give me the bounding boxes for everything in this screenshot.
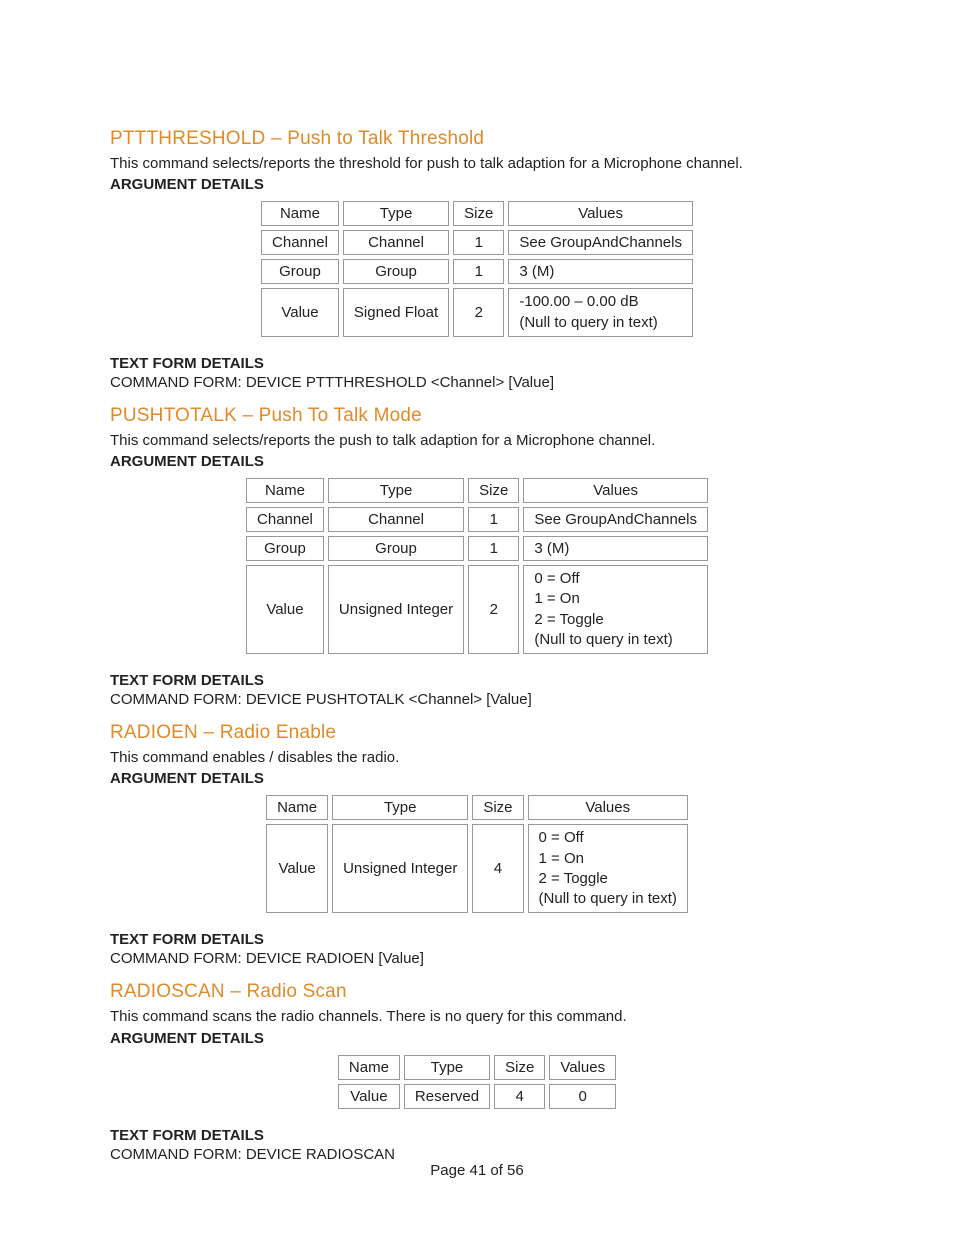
cell-values: See GroupAndChannels bbox=[523, 507, 708, 532]
command-form: COMMAND FORM: DEVICE PUSHTOTALK <Channel… bbox=[110, 691, 844, 708]
argument-details-label: ARGUMENT DETAILS bbox=[110, 176, 844, 193]
cell-type: Signed Float bbox=[343, 288, 449, 337]
text-form-details-label: TEXT FORM DETAILS bbox=[110, 1127, 844, 1144]
col-size: Size bbox=[472, 795, 523, 820]
col-values: Values bbox=[528, 795, 688, 820]
cell-size: 1 bbox=[453, 230, 504, 255]
argument-details-label: ARGUMENT DETAILS bbox=[110, 453, 844, 470]
argument-table: Name Type Size Values Value Unsigned Int… bbox=[262, 791, 692, 917]
text-form-details-label: TEXT FORM DETAILS bbox=[110, 355, 844, 372]
cell-values: 3 (M) bbox=[508, 259, 693, 284]
cell-size: 1 bbox=[453, 259, 504, 284]
table-header-row: Name Type Size Values bbox=[246, 478, 708, 503]
col-size: Size bbox=[468, 478, 519, 503]
cell-type: Channel bbox=[343, 230, 449, 255]
cell-size: 4 bbox=[472, 824, 523, 913]
table-header-row: Name Type Size Values bbox=[338, 1055, 616, 1080]
argument-table: Name Type Size Values Channel Channel 1 … bbox=[242, 474, 712, 658]
table-row: Group Group 1 3 (M) bbox=[246, 536, 708, 561]
section-description: This command selects/reports the thresho… bbox=[110, 154, 844, 174]
table-row: Channel Channel 1 See GroupAndChannels bbox=[246, 507, 708, 532]
table-row: Value Reserved 4 0 bbox=[338, 1084, 616, 1109]
col-name: Name bbox=[338, 1055, 400, 1080]
cell-type: Channel bbox=[328, 507, 464, 532]
table-header-row: Name Type Size Values bbox=[266, 795, 688, 820]
cell-values: 0 bbox=[549, 1084, 616, 1109]
argument-table: Name Type Size Values Value Reserved 4 0 bbox=[334, 1051, 620, 1113]
argument-table: Name Type Size Values Channel Channel 1 … bbox=[257, 197, 697, 341]
cell-size: 1 bbox=[468, 507, 519, 532]
cell-values: See GroupAndChannels bbox=[508, 230, 693, 255]
cell-name: Value bbox=[338, 1084, 400, 1109]
text-form-details-label: TEXT FORM DETAILS bbox=[110, 931, 844, 948]
section-title: RADIOSCAN – Radio Scan bbox=[110, 981, 844, 1003]
cell-values: 3 (M) bbox=[523, 536, 708, 561]
cell-values: 0 = Off 1 = On 2 = Toggle (Null to query… bbox=[523, 565, 708, 654]
cell-name: Value bbox=[261, 288, 339, 337]
section-title: RADIOEN – Radio Enable bbox=[110, 722, 844, 744]
cell-name: Group bbox=[261, 259, 339, 284]
cell-type: Unsigned Integer bbox=[332, 824, 468, 913]
table-row: Value Unsigned Integer 2 0 = Off 1 = On … bbox=[246, 565, 708, 654]
cell-type: Group bbox=[328, 536, 464, 561]
argument-details-label: ARGUMENT DETAILS bbox=[110, 1030, 844, 1047]
command-form: COMMAND FORM: DEVICE RADIOSCAN bbox=[110, 1146, 844, 1163]
table-row: Group Group 1 3 (M) bbox=[261, 259, 693, 284]
cell-name: Channel bbox=[246, 507, 324, 532]
cell-name: Channel bbox=[261, 230, 339, 255]
cell-name: Group bbox=[246, 536, 324, 561]
col-name: Name bbox=[261, 201, 339, 226]
cell-type: Reserved bbox=[404, 1084, 490, 1109]
section-title: PTTTHRESHOLD – Push to Talk Threshold bbox=[110, 128, 844, 150]
col-values: Values bbox=[523, 478, 708, 503]
cell-size: 2 bbox=[453, 288, 504, 337]
col-type: Type bbox=[328, 478, 464, 503]
cell-type: Group bbox=[343, 259, 449, 284]
section-description: This command scans the radio channels. T… bbox=[110, 1007, 844, 1027]
table-row: Channel Channel 1 See GroupAndChannels bbox=[261, 230, 693, 255]
table-header-row: Name Type Size Values bbox=[261, 201, 693, 226]
cell-size: 2 bbox=[468, 565, 519, 654]
table-row: Value Signed Float 2 -100.00 – 0.00 dB (… bbox=[261, 288, 693, 337]
cell-name: Value bbox=[266, 824, 328, 913]
section-description: This command selects/reports the push to… bbox=[110, 431, 844, 451]
cell-type: Unsigned Integer bbox=[328, 565, 464, 654]
col-name: Name bbox=[246, 478, 324, 503]
command-form: COMMAND FORM: DEVICE RADIOEN [Value] bbox=[110, 950, 844, 967]
section-title: PUSHTOTALK – Push To Talk Mode bbox=[110, 405, 844, 427]
table-row: Value Unsigned Integer 4 0 = Off 1 = On … bbox=[266, 824, 688, 913]
command-form: COMMAND FORM: DEVICE PTTTHRESHOLD <Chann… bbox=[110, 374, 844, 391]
col-type: Type bbox=[343, 201, 449, 226]
text-form-details-label: TEXT FORM DETAILS bbox=[110, 672, 844, 689]
col-values: Values bbox=[549, 1055, 616, 1080]
document-page: PTTTHRESHOLD – Push to Talk Threshold Th… bbox=[0, 0, 954, 1237]
cell-values: 0 = Off 1 = On 2 = Toggle (Null to query… bbox=[528, 824, 688, 913]
cell-values: -100.00 – 0.00 dB (Null to query in text… bbox=[508, 288, 693, 337]
col-type: Type bbox=[332, 795, 468, 820]
section-description: This command enables / disables the radi… bbox=[110, 748, 844, 768]
col-values: Values bbox=[508, 201, 693, 226]
cell-size: 1 bbox=[468, 536, 519, 561]
col-type: Type bbox=[404, 1055, 490, 1080]
col-size: Size bbox=[453, 201, 504, 226]
cell-size: 4 bbox=[494, 1084, 545, 1109]
col-size: Size bbox=[494, 1055, 545, 1080]
cell-name: Value bbox=[246, 565, 324, 654]
page-number: Page 41 of 56 bbox=[0, 1162, 954, 1179]
col-name: Name bbox=[266, 795, 328, 820]
argument-details-label: ARGUMENT DETAILS bbox=[110, 770, 844, 787]
